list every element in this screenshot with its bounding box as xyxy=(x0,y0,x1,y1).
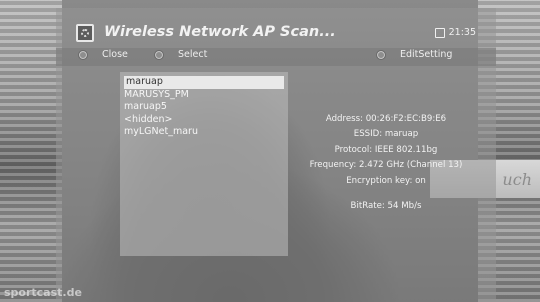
close-label: Close xyxy=(102,49,128,60)
background-stadium-left xyxy=(0,0,62,302)
dialog-title: Wireless Network AP Scan... xyxy=(104,24,336,40)
encryption-key: Encryption key: on xyxy=(346,175,426,186)
mac-address: Address: 00:26:F2:EC:B9:E6 xyxy=(325,114,447,124)
network-item[interactable]: <hidden> xyxy=(120,114,288,127)
network-item-selected[interactable]: maruap xyxy=(124,76,284,89)
network-item[interactable]: maruap5 xyxy=(120,101,288,114)
ok-button-icon xyxy=(154,49,164,60)
channel-watermark: sportcast.de xyxy=(4,286,82,299)
network-list[interactable]: maruap MARUSYS_PM maruap5 <hidden> myLGN… xyxy=(120,72,288,256)
protocol: Protocol: IEEE 802.11bg xyxy=(334,144,438,155)
network-item[interactable]: myLGNet_maru xyxy=(120,126,288,139)
clock: 21:35 xyxy=(434,27,476,38)
essid: ESSID: maruap xyxy=(353,129,419,140)
key-hint-bar: Close Select EditSetting xyxy=(56,48,496,66)
edit-setting-label: EditSetting xyxy=(400,49,453,60)
green-button-icon xyxy=(376,49,386,60)
close-key[interactable]: Close xyxy=(78,49,128,60)
clock-icon xyxy=(434,27,445,38)
select-key[interactable]: Select xyxy=(154,49,207,60)
edit-setting-key[interactable]: EditSetting xyxy=(376,49,452,60)
advert-board-text: uch xyxy=(502,170,532,189)
scan-dialog: Wireless Network AP Scan... 21:35 Close … xyxy=(56,8,496,302)
network-details: Address: 00:26:F2:EC:B9:E6 ESSID: maruap… xyxy=(286,112,486,214)
details-spacer xyxy=(286,189,486,199)
clock-time: 21:35 xyxy=(448,27,476,38)
tv-screen: uch Wireless Network AP Scan... 21:35 Cl… xyxy=(0,0,540,302)
bitrate: BitRate: 54 Mb/s xyxy=(350,200,422,211)
settings-gear-icon xyxy=(76,24,94,42)
select-label: Select xyxy=(178,49,208,60)
red-button-icon xyxy=(78,49,88,60)
network-item[interactable]: MARUSYS_PM xyxy=(120,89,288,102)
dialog-header: Wireless Network AP Scan... 21:35 xyxy=(56,20,496,46)
frequency: Frequency: 2.472 GHz (Channel 13) xyxy=(309,160,463,171)
